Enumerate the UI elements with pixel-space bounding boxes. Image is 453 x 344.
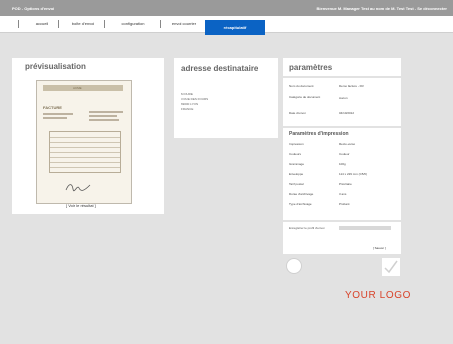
document-heading: FACTURE [43,105,62,110]
param-key: Impression [289,142,304,146]
parameters-title: paramètres [289,63,333,72]
document-text-line [43,113,73,115]
welcome-text[interactable]: Bienvenue M. Manager Test au nom de M. T… [317,6,447,11]
parameters-panel: paramètres Nom du document Demo facture … [283,58,401,288]
parameters-header: paramètres [283,58,401,76]
document-table-row [50,142,120,143]
param-key: Durée d'archivage [289,192,314,196]
app-title: POD - Options d'envoi [12,6,55,11]
tab-envoi-courrier[interactable]: envoi courrier [163,16,205,32]
param-value: Probant [339,202,350,206]
preview-title: prévisualisation [25,62,86,71]
document-table-row [50,137,120,138]
param-key: Nom du document [289,84,314,88]
view-result-link[interactable]: [ Voir le résultat ] [66,203,96,208]
document-text-line [89,119,119,121]
document-text-line [89,115,117,117]
address-line: FRANCE [181,107,194,111]
tab-boite-envoi[interactable]: boîte d'envoi [62,16,104,32]
address-line: 3 RUE DES FOURS [181,97,209,101]
document-parameters: Nom du document Demo facture - FR Catégo… [283,78,401,126]
document-header-band [43,85,123,91]
tab-separator [160,20,161,28]
param-key: Type d'archivage [289,202,312,206]
save-button[interactable]: [ Sauver ] [373,246,386,250]
param-key: Grammage [289,162,305,166]
title-bar: POD - Options d'envoi Bienvenue M. Manag… [0,0,453,16]
circle-back-icon[interactable] [286,258,302,274]
param-value: Prioritaire [339,182,352,186]
document-table-row [50,157,120,158]
param-value: 114 x 229 mm (C5/6) [339,172,367,176]
document-table-row [50,152,120,153]
param-value: Demo facture - FR [339,84,364,88]
check-icon-glyph [384,260,398,274]
document-table [49,131,121,173]
param-value: 100g [339,162,346,166]
document-brand: ACME [73,86,82,90]
document-table-row [50,162,120,163]
document-thumbnail[interactable]: ACME FACTURE [36,80,132,204]
param-value: 04/10/2012 [339,111,355,115]
param-value: 3 ans [339,192,347,196]
tab-separator [18,20,19,28]
document-table-row [50,147,120,148]
save-profile-label: Enregistrer le profil d'envoi [289,226,325,230]
param-key: Enveloppe [289,172,304,176]
check-icon[interactable] [382,258,400,276]
tab-bar: accueil boîte d'envoi configuration envo… [0,16,453,35]
preview-panel: prévisualisation ACME FACTURE [ Voir le … [12,58,164,214]
param-key: Date d'envoi [289,111,306,115]
tab-configuration[interactable]: configuration [108,16,158,32]
tab-separator [104,20,105,28]
signature-icon [65,184,91,192]
document-text-line [89,111,123,113]
profile-name-input[interactable] [339,226,391,230]
address-line: 69000 LYON [181,102,199,106]
param-key: Tarif postal [289,182,304,186]
tab-accueil[interactable]: accueil [26,16,58,32]
document-table-row [50,167,120,168]
your-logo: YOUR LOGO [345,290,411,301]
address-panel: adresse destinataire M DURE 3 RUE DES FO… [174,58,278,138]
document-text-line [43,117,67,119]
address-title: adresse destinataire [181,64,259,73]
tab-recapitulatif[interactable]: récapitulatif [205,20,265,35]
param-key: Couleurs [289,152,302,156]
param-value: Recto-verso [339,142,356,146]
print-parameters: Paramètres d'impression Impression Recto… [283,128,401,220]
tab-separator [58,20,59,28]
param-value: Couleur [339,152,350,156]
save-profile-box: Enregistrer le profil d'envoi [ Sauver ] [283,222,401,254]
address-line: M DURE [181,92,193,96]
param-value: Aucun [339,96,348,100]
param-key: Catégorie de document [289,95,321,99]
print-parameters-title: Paramètres d'impression [289,131,349,137]
